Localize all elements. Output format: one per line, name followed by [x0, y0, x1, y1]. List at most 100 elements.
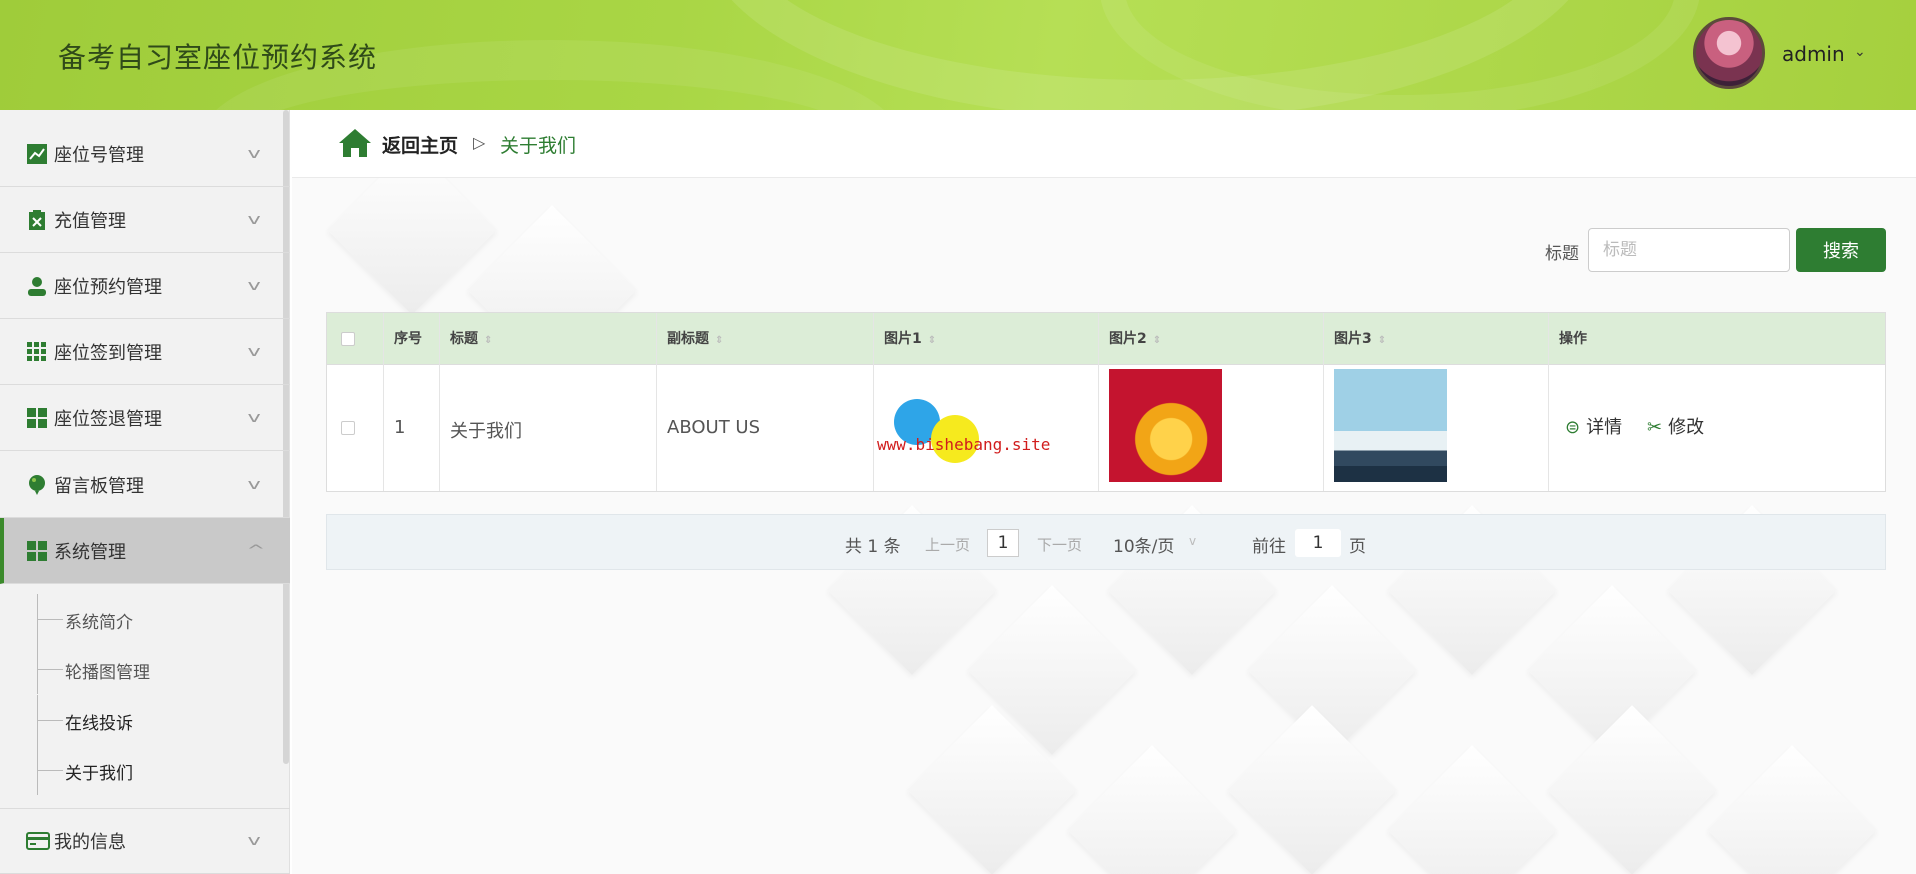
grid-icon [26, 407, 48, 429]
tree-line [37, 619, 63, 620]
search-input[interactable] [1588, 228, 1790, 272]
pagination-goto-suffix: 页 [1349, 537, 1366, 557]
chevron-down-icon[interactable]: ⌄ [1854, 44, 1866, 60]
search-button[interactable]: 搜索 [1796, 228, 1886, 272]
row-checkbox[interactable] [341, 421, 355, 435]
clipboard-icon [26, 209, 48, 231]
sidebar-item-recharge[interactable]: 充值管理 v [0, 187, 290, 253]
detail-icon: ⊜ [1565, 417, 1581, 438]
sort-icon[interactable]: ⇕ [1378, 335, 1386, 346]
column-header-actions: 操作 [1549, 313, 1885, 365]
wrench-icon: ✂ [1647, 417, 1663, 438]
user-menu[interactable]: admin [1782, 42, 1845, 66]
sidebar-item-seat-number[interactable]: 座位号管理 v [0, 121, 290, 187]
sidebar-item-system[interactable]: 系统管理 ^ [0, 518, 290, 584]
pagination-current-page[interactable]: 1 [987, 529, 1019, 557]
cell-subtitle: ABOUT US [657, 365, 874, 491]
sidebar-subitem-carousel[interactable]: 轮播图管理 [0, 644, 290, 694]
cell-title: 关于我们 [440, 365, 657, 491]
sort-icon[interactable]: ⇕ [715, 335, 723, 346]
detail-button[interactable]: ⊜ 详情 [1565, 413, 1622, 439]
chart-icon [26, 143, 48, 165]
tree-line [37, 720, 63, 721]
pagination-goto-label: 前往 [1252, 537, 1286, 557]
app-title: 备考自习室座位预约系统 [58, 41, 378, 74]
sidebar-item-label: 座位签到管理 [54, 342, 162, 364]
tree-line [37, 669, 63, 670]
background-tile [1067, 745, 1237, 874]
cell-image2 [1099, 365, 1324, 491]
column-header-image1[interactable]: 图片1 ⇕ [874, 313, 1099, 365]
avatar[interactable] [1693, 17, 1765, 89]
sidebar-subitem-complaints[interactable]: 在线投诉 [0, 695, 290, 745]
grid-icon [26, 341, 48, 363]
row-checkbox-cell [327, 365, 384, 491]
user-icon [26, 275, 48, 297]
chevron-up-icon: ^ [246, 542, 266, 559]
sidebar-item-label: 座位预约管理 [54, 276, 162, 298]
pagination-prev-button[interactable]: 上一页 [925, 534, 970, 555]
main-content [292, 110, 1916, 874]
cell-actions: ⊜ 详情 ✂ 修改 [1549, 365, 1885, 491]
data-table: 序号 标题 ⇕ 副标题 ⇕ 图片1 ⇕ 图片2 ⇕ 图片3 ⇕ 操作 1 关于我们 ABO… [326, 312, 1886, 492]
background-tile [1387, 745, 1557, 874]
chevron-down-icon: v [247, 343, 261, 360]
top-header: 备考自习室座位预约系统 [0, 0, 1916, 110]
column-header-image3[interactable]: 图片3 ⇕ [1324, 313, 1549, 365]
page-size-select[interactable]: 10条/页 [1113, 532, 1174, 557]
background-tile [1707, 745, 1877, 874]
background-tile [1227, 705, 1397, 874]
cell-value: 关于我们 [450, 421, 522, 442]
sidebar-item-my-info[interactable]: 我的信息 v [0, 808, 290, 874]
breadcrumb-home-link[interactable]: 返回主页 [382, 131, 458, 158]
column-header-title[interactable]: 标题 ⇕ [440, 313, 657, 365]
column-header-label: 操作 [1559, 331, 1587, 347]
cell-value: ABOUT US [667, 417, 761, 438]
chevron-down-icon[interactable]: v [1189, 534, 1196, 548]
select-all-checkbox[interactable] [341, 332, 355, 346]
chevron-down-icon: v [247, 145, 261, 162]
pagination-next-button[interactable]: 下一页 [1037, 534, 1082, 555]
pagination-total: 共 1 条 [845, 537, 901, 557]
column-header-subtitle[interactable]: 副标题 ⇕ [657, 313, 874, 365]
sidebar-subitem-system-intro[interactable]: 系统简介 [0, 594, 290, 644]
search-label: 标题 [1545, 244, 1579, 264]
sidebar-item-seat-checkin[interactable]: 座位签到管理 v [0, 319, 290, 385]
chevron-down-icon: v [247, 211, 261, 228]
cell-value: 1 [394, 417, 406, 438]
column-header-image2[interactable]: 图片2 ⇕ [1099, 313, 1324, 365]
breadcrumb-current: 关于我们 [500, 135, 577, 157]
sidebar-subitem-about-us[interactable]: 关于我们 [0, 745, 290, 795]
column-header-label: 序号 [394, 331, 422, 347]
pagination-goto-input[interactable]: 1 [1295, 529, 1341, 557]
column-header-label: 图片1 [884, 331, 922, 347]
sort-icon[interactable]: ⇕ [1153, 335, 1161, 346]
sidebar-subitem-label: 关于我们 [65, 764, 133, 784]
action-label: 详情 [1586, 417, 1623, 438]
sidebar-item-message-board[interactable]: 留言板管理 v [0, 452, 290, 518]
sidebar-item-seat-checkout[interactable]: 座位签退管理 v [0, 385, 290, 451]
home-icon[interactable] [338, 128, 372, 158]
column-header-label: 图片2 [1109, 331, 1147, 347]
column-header-label: 副标题 [667, 331, 709, 347]
table-header-checkbox-cell [327, 313, 384, 365]
column-header-index: 序号 [384, 313, 440, 365]
sidebar-item-label: 系统管理 [54, 541, 126, 563]
column-header-label: 标题 [450, 331, 478, 347]
cell-image1: www.bishebang.site [874, 365, 1099, 491]
sidebar-subitem-label: 系统简介 [65, 613, 133, 633]
sidebar-item-seat-booking[interactable]: 座位预约管理 v [0, 253, 290, 319]
tree-line [37, 770, 63, 771]
thumbnail-image-emoji[interactable]: www.bishebang.site [877, 369, 1050, 482]
chevron-down-icon: v [247, 409, 261, 426]
chevron-down-icon: v [247, 277, 261, 294]
action-label: 修改 [1668, 417, 1705, 438]
sort-icon[interactable]: ⇕ [928, 335, 936, 346]
edit-button[interactable]: ✂ 修改 [1647, 413, 1704, 439]
thumbnail-image-gift[interactable] [1109, 369, 1222, 482]
card-icon [26, 830, 50, 852]
thumbnail-image-ship[interactable] [1334, 369, 1447, 482]
sidebar-item-label: 座位号管理 [54, 144, 144, 166]
sort-icon[interactable]: ⇕ [484, 335, 492, 346]
grid-icon [26, 540, 48, 562]
